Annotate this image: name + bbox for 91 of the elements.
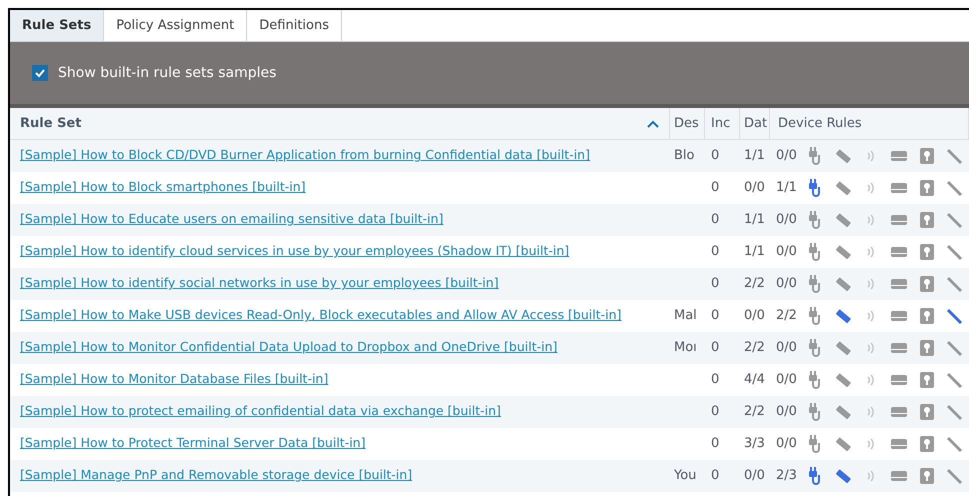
rule-set-link[interactable]: [Sample] How to identify cloud services in use by your employees (Shadow IT) [built-in]	[20, 243, 570, 258]
rule-set-link[interactable]: [Sample] How to Block CD/DVD Burner Application from burning Confidential data [built-in]	[20, 147, 590, 162]
table-cell: 0/0	[744, 468, 765, 484]
table-cell: 2/2	[776, 308, 797, 324]
column-header[interactable]: Inc	[711, 114, 730, 134]
table-cell: 0	[711, 276, 720, 292]
drive-icon[interactable]	[890, 213, 908, 227]
table-cell: 0	[711, 180, 720, 196]
checkbox-label: Show built-in rule sets samples	[58, 64, 276, 82]
key-icon[interactable]	[918, 211, 936, 229]
table-cell: 2/2	[744, 340, 765, 356]
table-cell: 0	[711, 212, 720, 228]
table-cell: 0/0	[776, 276, 797, 292]
rule-set-link[interactable]: [Sample] How to Educate users on emailing sensitive data [built-in]	[20, 211, 444, 226]
checkbox[interactable]	[32, 65, 48, 81]
drive-icon[interactable]	[890, 341, 908, 355]
table-cell: 0/0	[776, 372, 797, 388]
drive-icon[interactable]	[890, 309, 908, 323]
column-header[interactable]: Rule Set	[20, 114, 82, 134]
table-cell: 2/3	[776, 468, 797, 484]
table-cell: 0	[711, 372, 720, 388]
cable-icon[interactable]	[946, 147, 964, 165]
key-icon[interactable]	[918, 371, 936, 389]
cable-icon[interactable]	[946, 211, 964, 229]
cable-icon[interactable]	[946, 339, 964, 357]
drive-icon[interactable]	[890, 149, 908, 163]
table-cell: 0	[711, 404, 720, 420]
cable-icon[interactable]	[946, 371, 964, 389]
rule-set-link[interactable]: [Sample] Manage PnP and Removable storage device [built-in]	[20, 467, 412, 482]
sort-caret-icon[interactable]	[647, 120, 659, 128]
table-cell: 0/0	[776, 340, 797, 356]
rule-set-link[interactable]: [Sample] How to Protect Terminal Server Data [built-in]	[20, 435, 366, 450]
table-cell: 0	[711, 340, 720, 356]
table-cell: 1/1	[744, 212, 765, 228]
cable-icon[interactable]	[946, 243, 964, 261]
table-cell: Moı	[674, 340, 697, 356]
table-cell: 2/2	[744, 276, 765, 292]
table-cell: 1/1	[744, 148, 765, 164]
checkmark-icon	[34, 67, 46, 79]
drive-icon[interactable]	[890, 469, 908, 483]
key-icon[interactable]	[918, 307, 936, 325]
cable-icon[interactable]	[946, 467, 964, 485]
key-icon[interactable]	[918, 147, 936, 165]
drive-icon[interactable]	[890, 405, 908, 419]
key-icon[interactable]	[918, 179, 936, 197]
column-header[interactable]: Des	[674, 114, 699, 134]
cable-icon[interactable]	[946, 403, 964, 421]
cable-icon[interactable]	[946, 275, 964, 293]
table-cell: 1/1	[776, 180, 797, 196]
cable-icon[interactable]	[946, 179, 964, 197]
table-cell: 0	[711, 308, 720, 324]
rule-set-link[interactable]: [Sample] How to Block smartphones [built-in]	[20, 179, 306, 194]
rule-set-link[interactable]: [Sample] How to Make USB devices Read-Only, Block executables and Allow AV Access [built-in]	[20, 307, 622, 322]
drive-icon[interactable]	[890, 373, 908, 387]
table-cell: 4/4	[744, 372, 765, 388]
drive-icon[interactable]	[890, 277, 908, 291]
key-icon[interactable]	[918, 339, 936, 357]
rule-set-link[interactable]: [Sample] How to Monitor Confidential Data Upload to Dropbox and OneDrive [built-in]	[20, 339, 558, 354]
rule-set-link[interactable]: [Sample] How to identify social networks in use by your employees [built-in]	[20, 275, 499, 290]
key-icon[interactable]	[918, 467, 936, 485]
key-icon[interactable]	[918, 275, 936, 293]
table-cell: 0/0	[776, 148, 797, 164]
cable-icon[interactable]	[946, 435, 964, 453]
drive-icon[interactable]	[890, 181, 908, 195]
table-cell: 2/2	[744, 404, 765, 420]
drive-icon[interactable]	[890, 245, 908, 259]
table-cell: 3/3	[744, 436, 765, 452]
key-icon[interactable]	[918, 243, 936, 261]
tab[interactable]: Rule Sets	[10, 10, 104, 41]
rule-set-link[interactable]: [Sample] How to protect emailing of confidential data via exchange [built-in]	[20, 403, 501, 418]
table-cell: 0/0	[744, 180, 765, 196]
key-icon[interactable]	[918, 403, 936, 421]
table-cell: You	[674, 468, 696, 484]
column-header[interactable]: Dat	[744, 114, 768, 134]
table-cell: 0/0	[776, 436, 797, 452]
column-header[interactable]: Device Rules	[778, 114, 862, 134]
rule-set-link[interactable]: [Sample] How to Monitor Database Files [built-in]	[20, 371, 328, 386]
table-cell: Mal	[674, 308, 697, 324]
key-icon[interactable]	[918, 435, 936, 453]
table-cell: Blo	[674, 148, 694, 164]
table-cell: 0	[711, 148, 720, 164]
table-cell: 0/0	[776, 212, 797, 228]
table-cell: 0/0	[744, 308, 765, 324]
table-cell: 0	[711, 468, 720, 484]
table-cell: 0	[711, 436, 720, 452]
table-cell: 0	[711, 244, 720, 260]
table-cell: 0/0	[776, 244, 797, 260]
cable-icon[interactable]	[946, 307, 964, 325]
drive-icon[interactable]	[890, 437, 908, 451]
table-cell: 1/1	[744, 244, 765, 260]
table-cell: 0/0	[776, 404, 797, 420]
